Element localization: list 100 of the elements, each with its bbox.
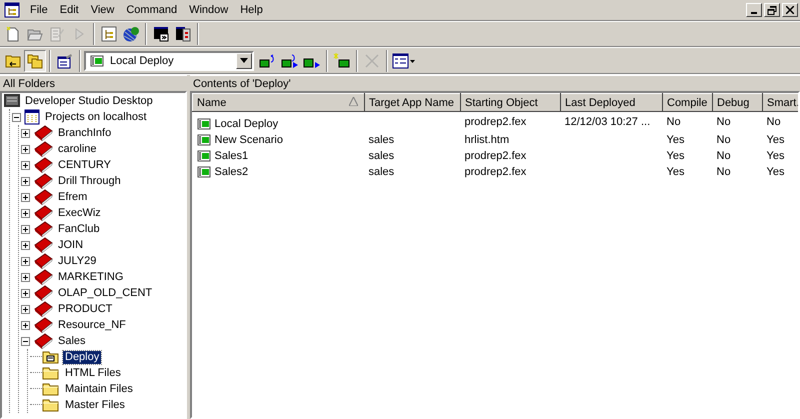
book-icon xyxy=(33,252,53,270)
expand-toggle[interactable] xyxy=(21,288,30,298)
column-header[interactable]: Name xyxy=(192,94,364,112)
close-button[interactable] xyxy=(782,3,798,17)
tree-item[interactable]: JULY29 xyxy=(56,254,98,268)
app-icon xyxy=(4,2,20,18)
desktop-icon xyxy=(4,93,20,109)
book-icon xyxy=(33,124,53,142)
tree-item[interactable]: Sales xyxy=(56,334,88,348)
column-header[interactable]: Debug xyxy=(712,94,762,112)
expand-toggle[interactable] xyxy=(21,208,30,218)
plus-icon xyxy=(23,258,28,264)
expand-toggle[interactable] xyxy=(21,224,30,234)
tree-item[interactable]: Maintain Files xyxy=(63,382,135,396)
plus-icon xyxy=(23,226,28,232)
table-cell: Yes xyxy=(666,166,684,178)
table-cell: sales xyxy=(368,134,394,146)
table-cell: Yes xyxy=(766,134,784,146)
expand-toggle[interactable] xyxy=(21,256,30,266)
menu-item[interactable]: Edit xyxy=(54,2,85,18)
tree-item[interactable]: Deploy xyxy=(63,350,102,364)
folders-icon[interactable] xyxy=(27,52,43,68)
plus-icon xyxy=(23,194,28,200)
plus-icon xyxy=(23,130,28,136)
menu-item[interactable]: Window xyxy=(183,2,234,18)
collapse-toggle[interactable] xyxy=(12,112,21,122)
tree-item[interactable]: Drill Through xyxy=(56,174,123,188)
tree-item[interactable]: Resource_NF xyxy=(56,318,128,332)
expand-toggle[interactable] xyxy=(21,240,30,250)
folder-icon xyxy=(42,397,60,413)
table-cell: Local Deploy xyxy=(214,118,278,130)
restore-button[interactable] xyxy=(764,3,780,17)
console-window-icon[interactable] xyxy=(153,26,169,42)
tree-item[interactable]: FanClub xyxy=(56,222,102,236)
table-cell: Yes xyxy=(766,166,784,178)
tree-item[interactable]: MARKETING xyxy=(56,270,126,284)
expand-toggle[interactable] xyxy=(21,272,30,282)
tree-item[interactable]: JOIN xyxy=(56,238,86,252)
collapse-toggle[interactable] xyxy=(21,336,30,346)
globe-icon[interactable] xyxy=(122,26,140,42)
book-icon xyxy=(33,156,53,174)
deployment-icon xyxy=(196,118,210,130)
table-cell: sales xyxy=(368,150,394,162)
expand-toggle[interactable] xyxy=(21,144,30,154)
menu-item[interactable]: View xyxy=(84,2,120,18)
server-icon[interactable] xyxy=(175,26,191,42)
book-icon xyxy=(33,140,53,158)
expand-toggle[interactable] xyxy=(21,176,30,186)
table-cell: 12/12/03 10:27 ... xyxy=(564,116,650,128)
table-cell: Sales2 xyxy=(214,166,248,178)
tree-item[interactable]: caroline xyxy=(56,142,99,156)
menu-item[interactable]: Command xyxy=(120,2,184,18)
expand-toggle[interactable] xyxy=(21,128,30,138)
tree-view-icon[interactable] xyxy=(101,26,117,42)
tree-item[interactable]: OLAP_OLD_CENT xyxy=(56,286,154,300)
plus-icon xyxy=(23,210,28,216)
book-icon xyxy=(33,188,53,206)
tree-item[interactable]: Developer Studio Desktop xyxy=(23,94,155,108)
table-cell: No xyxy=(716,150,731,162)
tree-item[interactable]: Master Files xyxy=(63,398,127,412)
book-icon xyxy=(33,172,53,190)
tree-item[interactable]: Projects on localhost xyxy=(43,110,148,124)
plus-icon xyxy=(23,178,28,184)
deployment-icon xyxy=(196,150,210,162)
table-cell: prodrep2.fex xyxy=(464,166,526,178)
new-file-icon[interactable] xyxy=(5,26,21,42)
table-cell: No xyxy=(766,116,781,128)
sort-arrow-icon xyxy=(349,97,358,106)
minus-icon xyxy=(23,338,28,344)
table-cell: hrlist.htm xyxy=(464,134,510,146)
tree-item[interactable]: Efrem xyxy=(56,190,90,204)
tree-item[interactable]: HTML Files xyxy=(63,366,123,380)
expand-toggle[interactable] xyxy=(21,320,30,330)
column-header[interactable]: Starting Object xyxy=(460,94,560,112)
properties-icon[interactable] xyxy=(57,52,73,68)
book-icon xyxy=(33,236,53,254)
deployment-dropdown[interactable]: Local Deploy xyxy=(84,50,254,70)
restore-icon xyxy=(767,6,777,14)
plus-icon xyxy=(23,162,28,168)
column-header[interactable]: Compile xyxy=(662,94,712,112)
views-icon[interactable] xyxy=(392,52,416,68)
tree-item[interactable]: CENTURY xyxy=(56,158,113,172)
column-header[interactable]: Smart. xyxy=(762,94,798,112)
minimize-button[interactable] xyxy=(746,3,762,17)
new-deploy-icon[interactable] xyxy=(333,52,351,68)
expand-toggle[interactable] xyxy=(21,192,30,202)
plus-icon xyxy=(23,242,28,248)
tree-item[interactable]: PRODUCT xyxy=(56,302,114,316)
column-header[interactable]: Target App Name xyxy=(364,94,460,112)
up-folder-icon[interactable] xyxy=(5,52,21,68)
deployment-icon xyxy=(196,166,210,178)
deploy-icon[interactable] xyxy=(281,52,299,68)
tree-item[interactable]: BranchInfo xyxy=(56,126,114,140)
column-header[interactable]: Last Deployed xyxy=(560,94,662,112)
expand-toggle[interactable] xyxy=(21,304,30,314)
menu-item[interactable]: Help xyxy=(234,2,269,18)
menu-item[interactable]: File xyxy=(24,2,54,18)
tree-item[interactable]: ExecWiz xyxy=(56,206,103,220)
calendar-grid-icon xyxy=(24,109,40,125)
expand-toggle[interactable] xyxy=(21,160,30,170)
